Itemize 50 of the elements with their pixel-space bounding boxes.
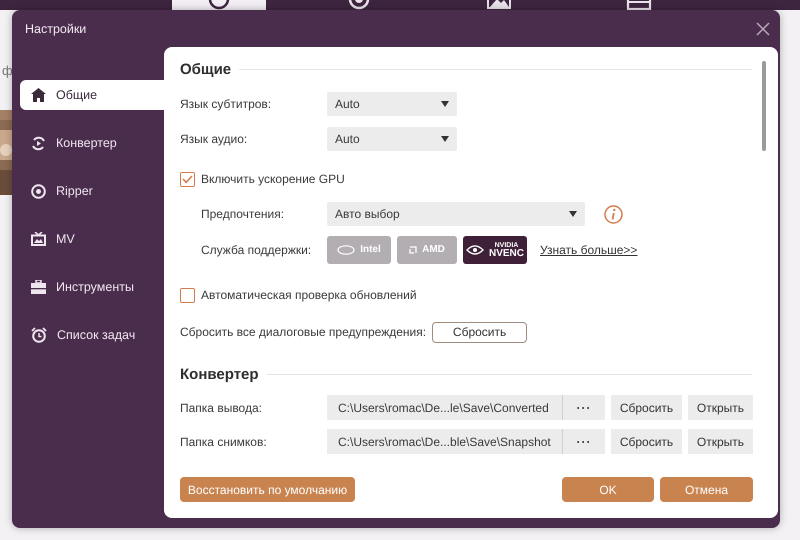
section-heading: Общие [180,60,232,78]
language-dropdown[interactable]: Auto [327,92,457,116]
tv-icon [31,232,46,246]
alarm-icon [31,327,47,343]
sidebar-item[interactable]: Общие [20,80,164,110]
home-icon [31,88,46,102]
sidebar-item[interactable]: Конвертер [20,128,164,158]
corner-logo-icon [409,246,418,254]
close-icon[interactable] [756,22,770,36]
field-label: Служба поддержки: [201,243,312,257]
image-icon [486,0,512,10]
section-heading: Конвертер [180,366,259,382]
field-label: Папка вывода: [180,400,263,414]
open-button[interactable]: Открыть [688,429,753,454]
sidebar-item[interactable]: Список задач [20,320,164,350]
play-icon [208,0,230,10]
convert-icon [31,136,46,150]
partial-label: ф [2,63,13,78]
sidebar-item[interactable]: Ripper [20,176,164,206]
browse-button[interactable]: ··· [563,395,605,420]
reset-button[interactable]: Сбросить [611,429,682,454]
sidebar-item[interactable]: Инструменты [20,272,164,302]
field-label: Сбросить все диалоговые предупреждения: [180,325,426,339]
language-dropdown[interactable]: Auto [327,127,457,151]
checkbox[interactable] [180,288,195,302]
disc-icon [31,184,46,198]
reset-button[interactable]: Сбросить [611,395,682,420]
checkbox[interactable] [180,172,195,186]
app-tab[interactable] [172,0,266,10]
field-label: Предпочтения: [201,207,286,221]
oval-logo-icon [337,245,356,255]
open-button[interactable]: Открыть [688,395,753,420]
path-field[interactable]: C:\Users\romac\De...le\Save\Converted [327,395,563,420]
scrollbar[interactable] [762,61,766,151]
toolbox-icon [31,280,46,294]
eye-logo-icon [466,245,484,255]
reset-button[interactable]: Сбросить [432,322,528,342]
info-icon[interactable] [604,204,623,224]
field-label: Папка снимков: [180,434,268,448]
field-label: Язык аудио: [180,132,248,146]
field-label: Язык субтитров: [180,97,272,111]
preference-dropdown[interactable]: Авто выбор [327,202,585,226]
learn-more-link[interactable]: Узнать больше>> [540,243,638,257]
path-field[interactable]: C:\Users\romac\De...ble\Save\Snapshot [327,429,563,454]
browse-button[interactable]: ··· [563,429,605,454]
checkbox-label: Включить ускорение GPU [201,172,345,186]
sidebar-item[interactable]: MV [20,224,164,254]
checkbox-label: Автоматическая проверка обновлений [201,288,417,302]
window-title: Настройки [25,22,88,36]
toolbox-icon [626,0,652,10]
